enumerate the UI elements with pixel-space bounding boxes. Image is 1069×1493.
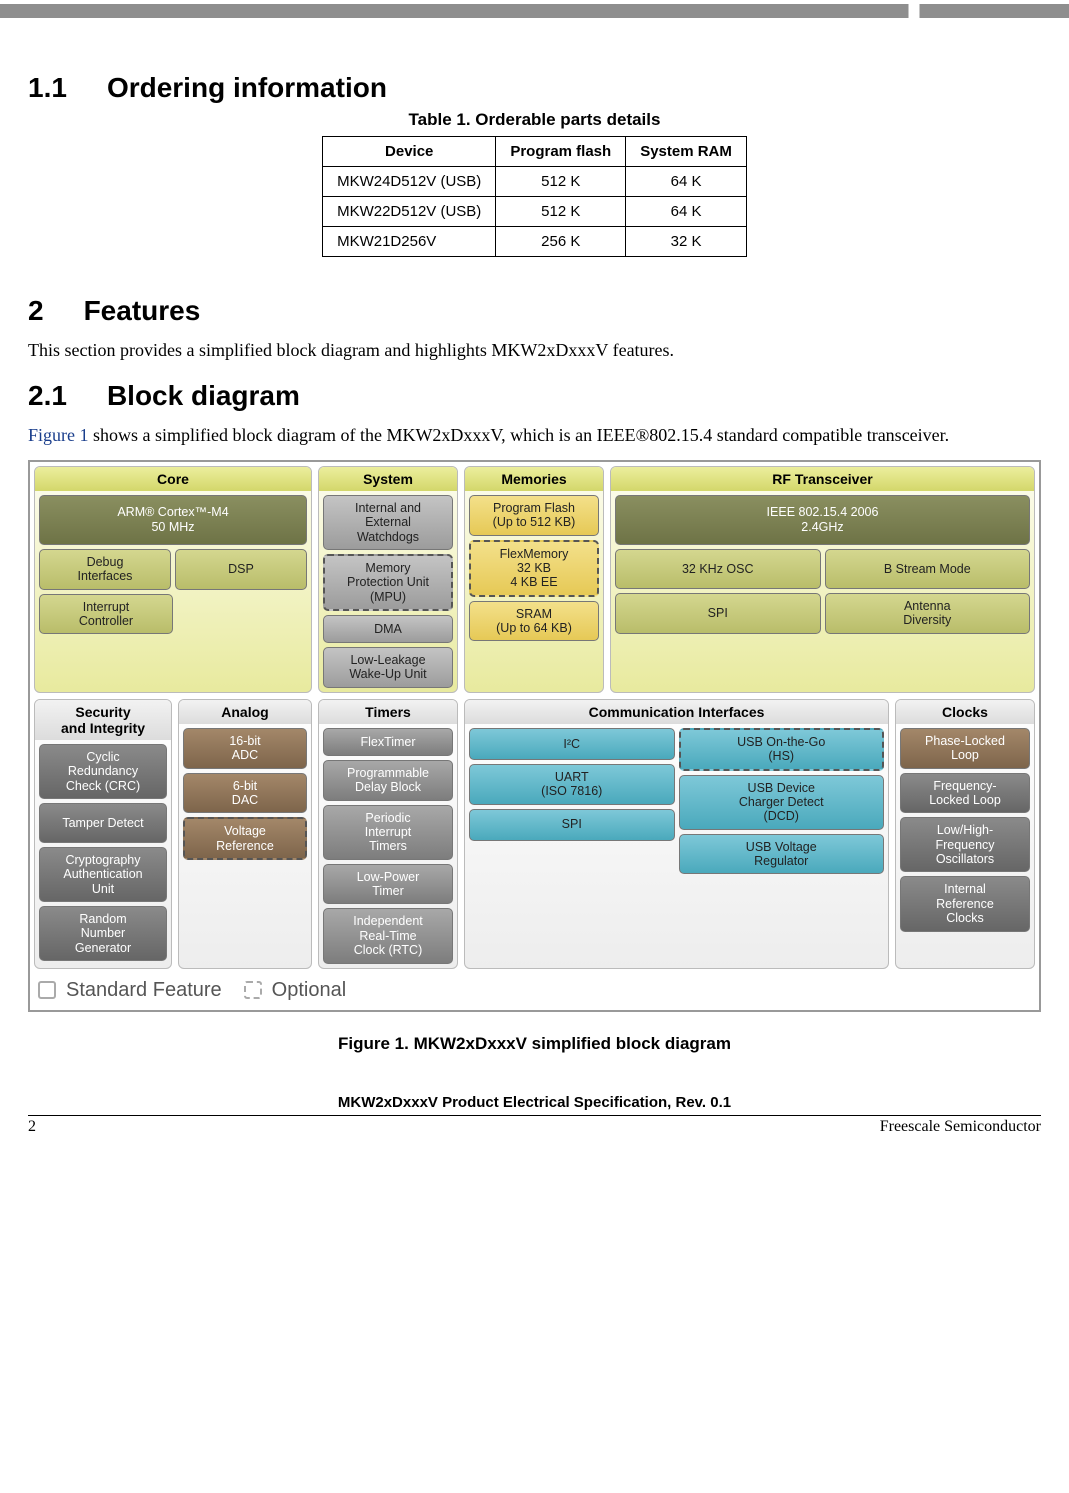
block-rng: RandomNumberGenerator: [39, 906, 167, 961]
block-lpt: Low-PowerTimer: [323, 864, 453, 905]
table-row: MKW22D512V (USB) 512 K 64 K: [323, 197, 747, 227]
block-oscillators: Low/High-FrequencyOscillators: [900, 817, 1030, 872]
cell-ram: 64 K: [626, 167, 747, 197]
block-pit: PeriodicInterruptTimers: [323, 805, 453, 860]
block-32khz-osc: 32 KHz OSC: [615, 549, 821, 589]
group-title-rf: RF Transceiver: [611, 467, 1034, 491]
heading-2-1-num: 2.1: [28, 380, 67, 412]
footer-doc-title: MKW2xDxxxV Product Electrical Specificat…: [28, 1094, 1041, 1116]
cell-device: MKW21D256V: [323, 227, 496, 257]
heading-2-1: 2.1 Block diagram: [28, 380, 1041, 412]
block-spi: SPI: [469, 809, 675, 841]
legend-optional-icon: [244, 981, 262, 999]
block-program-flash: Program Flash(Up to 512 KB): [469, 495, 599, 536]
group-title-system: System: [319, 467, 457, 491]
group-timers: Timers FlexTimer ProgrammableDelay Block…: [318, 699, 458, 969]
block-internal-ref-clocks: InternalReferenceClocks: [900, 876, 1030, 931]
block-interrupt-controller: InterruptController: [39, 594, 173, 635]
block-crc: CyclicRedundancyCheck (CRC): [39, 744, 167, 799]
group-title-memories: Memories: [465, 467, 603, 491]
block-pll: Phase-LockedLoop: [900, 728, 1030, 769]
block-arm-cortex: ARM® Cortex™-M450 MHz: [39, 495, 307, 545]
block-dma: DMA: [323, 615, 453, 643]
heading-1-1-title: Ordering information: [107, 72, 387, 104]
block-debug-interfaces: DebugInterfaces: [39, 549, 171, 590]
cell-device: MKW22D512V (USB): [323, 197, 496, 227]
legend-standard-label: Standard Feature: [66, 979, 222, 1002]
group-title-comm: Communication Interfaces: [465, 700, 888, 724]
footer-page-number: 2: [28, 1118, 36, 1136]
block-ieee-802-15-4: IEEE 802.15.4 20062.4GHz: [615, 495, 1030, 545]
cell-flash: 256 K: [496, 227, 626, 257]
heading-2-1-title: Block diagram: [107, 380, 300, 412]
orderable-parts-table: Device Program flash System RAM MKW24D51…: [322, 136, 747, 257]
group-rf-transceiver: RF Transceiver IEEE 802.15.4 20062.4GHz …: [610, 466, 1035, 693]
group-title-analog: Analog: [179, 700, 311, 724]
footer-row: 2 Freescale Semiconductor: [28, 1116, 1041, 1136]
block-sram: SRAM(Up to 64 KB): [469, 601, 599, 642]
group-system: System Internal andExternalWatchdogs Mem…: [318, 466, 458, 693]
cell-flash: 512 K: [496, 197, 626, 227]
block-uart: UART(ISO 7816): [469, 764, 675, 805]
heading-2-num: 2: [28, 295, 44, 327]
block-usb-dcd: USB DeviceCharger Detect(DCD): [679, 775, 885, 830]
block-rtc: IndependentReal-TimeClock (RTC): [323, 908, 453, 963]
features-intro-text: This section provides a simplified block…: [28, 339, 1041, 362]
group-memories: Memories Program Flash(Up to 512 KB) Fle…: [464, 466, 604, 693]
heading-2: 2 Features: [28, 295, 1041, 327]
block-llwu: Low-LeakageWake-Up Unit: [323, 647, 453, 688]
diagram-legend: Standard Feature Optional: [34, 969, 1035, 1006]
group-title-core: Core: [35, 467, 311, 491]
group-core: Core ARM® Cortex™-M450 MHz DebugInterfac…: [34, 466, 312, 693]
block-antenna-diversity: AntennaDiversity: [825, 593, 1031, 634]
block-dac-6bit: 6-bitDAC: [183, 773, 307, 814]
th-program-flash: Program flash: [496, 137, 626, 167]
group-title-clocks: Clocks: [896, 700, 1034, 724]
table-header-row: Device Program flash System RAM: [323, 137, 747, 167]
group-clocks: Clocks Phase-LockedLoop Frequency-Locked…: [895, 699, 1035, 969]
heading-1-1: 1.1 Ordering information: [28, 72, 1041, 104]
th-system-ram: System RAM: [626, 137, 747, 167]
header-bar: [0, 4, 1069, 18]
group-title-timers: Timers: [319, 700, 457, 724]
legend-optional-label: Optional: [272, 979, 347, 1002]
block-dsp: DSP: [175, 549, 307, 590]
group-analog: Analog 16-bitADC 6-bitDAC VoltageReferen…: [178, 699, 312, 969]
th-device: Device: [323, 137, 496, 167]
block-voltage-reference: VoltageReference: [183, 817, 307, 860]
footer-company: Freescale Semiconductor: [880, 1118, 1041, 1136]
block-tamper-detect: Tamper Detect: [39, 803, 167, 843]
figure-1-caption: Figure 1. MKW2xDxxxV simplified block di…: [28, 1034, 1041, 1054]
block-usb-voltage-reg: USB VoltageRegulator: [679, 834, 885, 875]
legend-standard-icon: [38, 981, 56, 999]
heading-2-title: Features: [84, 295, 201, 327]
block-fll: Frequency-Locked Loop: [900, 773, 1030, 814]
cell-ram: 32 K: [626, 227, 747, 257]
block-mpu: MemoryProtection Unit(MPU): [323, 554, 453, 611]
block-diagram: Core ARM® Cortex™-M450 MHz DebugInterfac…: [28, 460, 1041, 1012]
group-title-security: Securityand Integrity: [35, 700, 171, 740]
block-b-stream-mode: B Stream Mode: [825, 549, 1031, 589]
block-flexmemory: FlexMemory32 KB4 KB EE: [469, 540, 599, 597]
table-1-caption: Table 1. Orderable parts details: [28, 110, 1041, 130]
block-intro-rest: shows a simplified block diagram of the …: [89, 425, 950, 445]
cell-flash: 512 K: [496, 167, 626, 197]
table-row: MKW21D256V 256 K 32 K: [323, 227, 747, 257]
cell-device: MKW24D512V (USB): [323, 167, 496, 197]
block-crypto-auth: CryptographyAuthenticationUnit: [39, 847, 167, 902]
block-rf-spi: SPI: [615, 593, 821, 634]
cell-ram: 64 K: [626, 197, 747, 227]
block-pdb: ProgrammableDelay Block: [323, 760, 453, 801]
block-i2c: I²C: [469, 728, 675, 760]
figure-1-link[interactable]: Figure 1: [28, 425, 89, 445]
block-diagram-intro: Figure 1 shows a simplified block diagra…: [28, 424, 1041, 447]
group-security: Securityand Integrity CyclicRedundancyCh…: [34, 699, 172, 969]
block-flextimer: FlexTimer: [323, 728, 453, 756]
block-watchdogs: Internal andExternalWatchdogs: [323, 495, 453, 550]
heading-1-1-num: 1.1: [28, 72, 67, 104]
group-comm-interfaces: Communication Interfaces I²C UART(ISO 78…: [464, 699, 889, 969]
block-adc-16bit: 16-bitADC: [183, 728, 307, 769]
block-usb-otg: USB On-the-Go(HS): [679, 728, 885, 771]
table-row: MKW24D512V (USB) 512 K 64 K: [323, 167, 747, 197]
